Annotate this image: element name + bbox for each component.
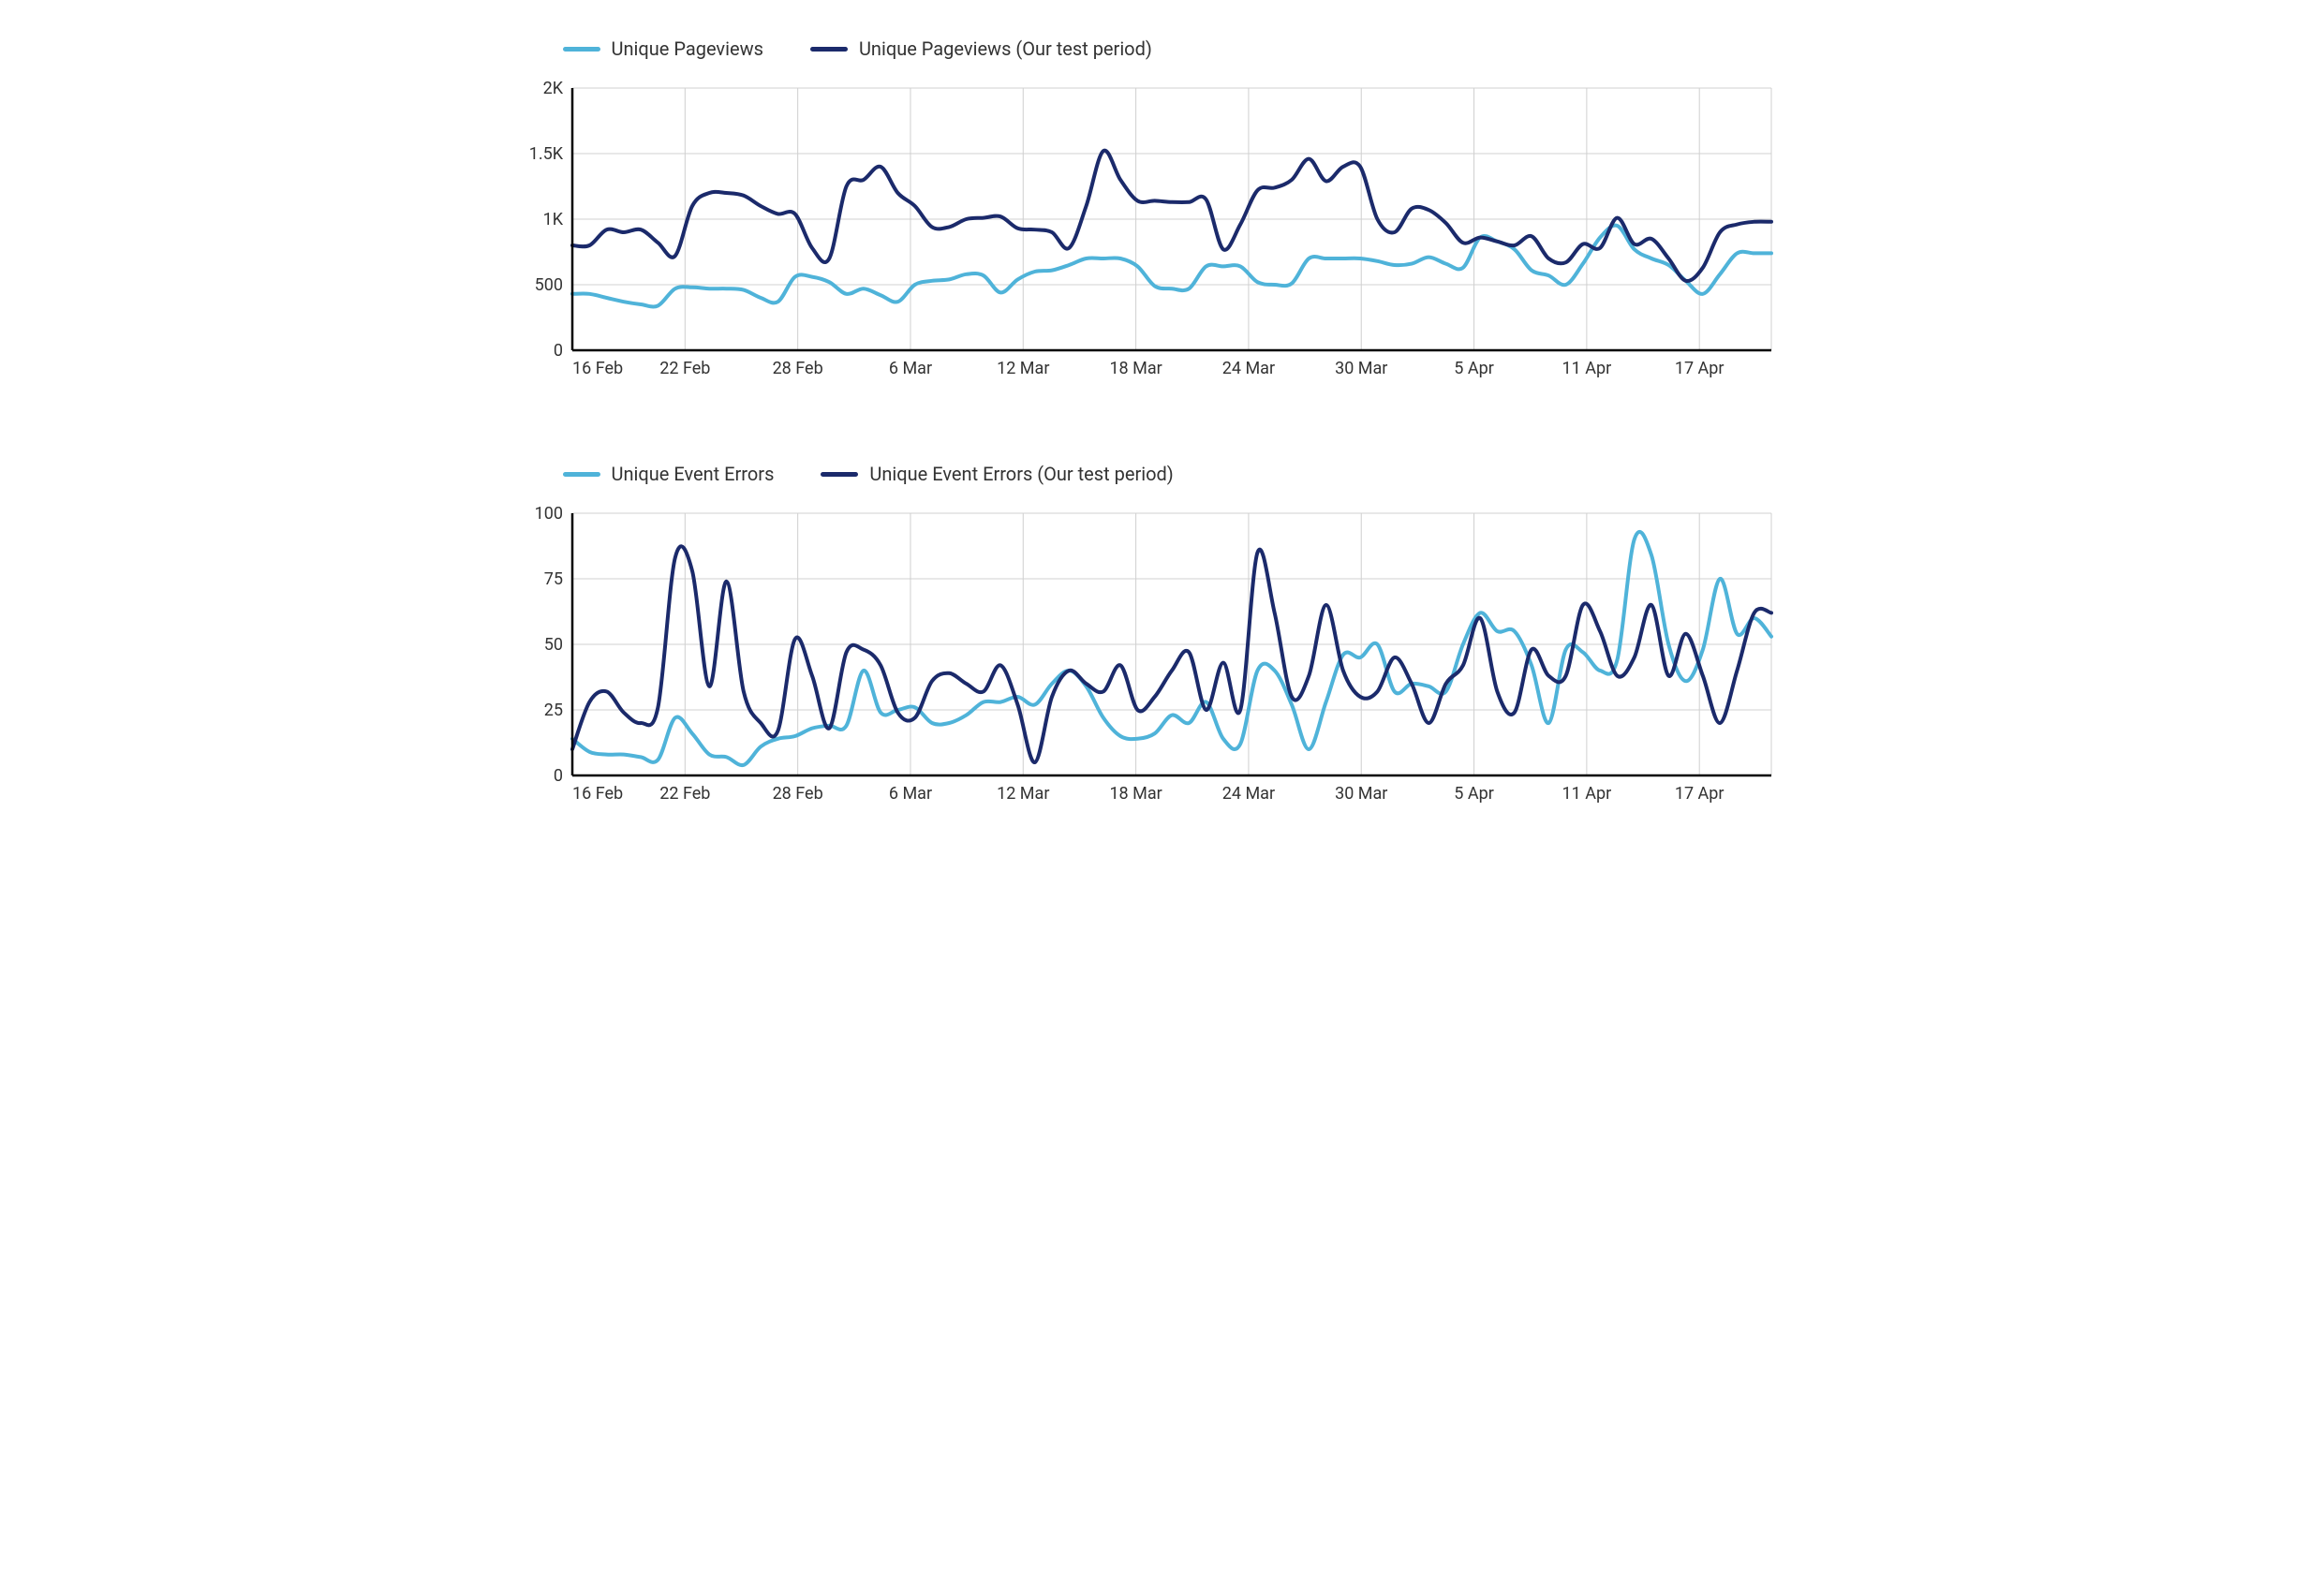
series-line-1	[572, 151, 1771, 281]
x-tick-label: 17 Apr	[1674, 359, 1724, 378]
y-tick-label: 50	[543, 635, 562, 655]
x-tick-label: 18 Mar	[1109, 359, 1162, 378]
y-tick-label: 100	[534, 504, 562, 524]
chart-legend: Unique Event Errors Unique Event Errors (…	[507, 463, 1818, 485]
x-tick-label: 11 Apr	[1562, 784, 1611, 804]
y-tick-label: 1.5K	[528, 144, 563, 164]
y-tick-label: 500	[534, 275, 562, 295]
series-line-0	[572, 532, 1771, 765]
chart-0: Unique Pageviews Unique Pageviews (Our te…	[507, 37, 1818, 388]
x-tick-label: 22 Feb	[659, 784, 710, 804]
legend-label: Unique Pageviews (Our test period)	[859, 37, 1152, 60]
y-tick-label: 25	[543, 701, 562, 720]
x-tick-label: 12 Mar	[997, 359, 1049, 378]
x-tick-label: 6 Mar	[888, 784, 931, 804]
chart-plot: 0 500 1K 1.5K 2K 16 Feb 22 Feb 28 Feb 6 Mar 12 Ma…	[507, 79, 1790, 388]
x-tick-label: 28 Feb	[772, 784, 822, 804]
legend-swatch	[563, 472, 600, 477]
x-tick-label: 17 Apr	[1674, 784, 1724, 804]
x-tick-label: 16 Feb	[572, 784, 623, 804]
series-line-0	[572, 226, 1771, 307]
legend-swatch	[821, 472, 858, 477]
x-tick-label: 28 Feb	[772, 359, 822, 378]
y-tick-label: 1K	[542, 210, 563, 229]
charts-container: Unique Pageviews Unique Pageviews (Our te…	[507, 37, 1818, 813]
x-tick-label: 24 Mar	[1221, 784, 1274, 804]
legend-label: Unique Event Errors	[612, 463, 775, 485]
y-tick-label: 0	[553, 341, 562, 361]
legend-swatch	[563, 47, 600, 52]
x-tick-label: 22 Feb	[659, 359, 710, 378]
x-tick-label: 18 Mar	[1109, 784, 1162, 804]
y-tick-label: 75	[543, 569, 562, 589]
chart-plot: 0 25 50 75 100 16 Feb 22 Feb 28 Feb 6 Mar 12 Mar 1…	[507, 504, 1790, 813]
chart-legend: Unique Pageviews Unique Pageviews (Our te…	[507, 37, 1818, 60]
legend-item: Unique Pageviews (Our test period)	[810, 37, 1152, 60]
x-tick-label: 12 Mar	[997, 784, 1049, 804]
x-tick-label: 30 Mar	[1335, 359, 1387, 378]
legend-item: Unique Event Errors (Our test period)	[821, 463, 1173, 485]
legend-label: Unique Event Errors (Our test period)	[869, 463, 1173, 485]
x-tick-label: 24 Mar	[1221, 359, 1274, 378]
legend-item: Unique Event Errors	[563, 463, 775, 485]
y-tick-label: 0	[553, 766, 562, 786]
x-tick-label: 6 Mar	[888, 359, 931, 378]
x-tick-label: 5 Apr	[1454, 784, 1494, 804]
x-tick-label: 5 Apr	[1454, 359, 1494, 378]
legend-label: Unique Pageviews	[612, 37, 763, 60]
y-tick-label: 2K	[542, 79, 563, 98]
x-tick-label: 30 Mar	[1335, 784, 1387, 804]
x-tick-label: 11 Apr	[1562, 359, 1611, 378]
legend-item: Unique Pageviews	[563, 37, 763, 60]
x-tick-label: 16 Feb	[572, 359, 623, 378]
legend-swatch	[810, 47, 848, 52]
chart-1: Unique Event Errors Unique Event Errors (…	[507, 463, 1818, 813]
